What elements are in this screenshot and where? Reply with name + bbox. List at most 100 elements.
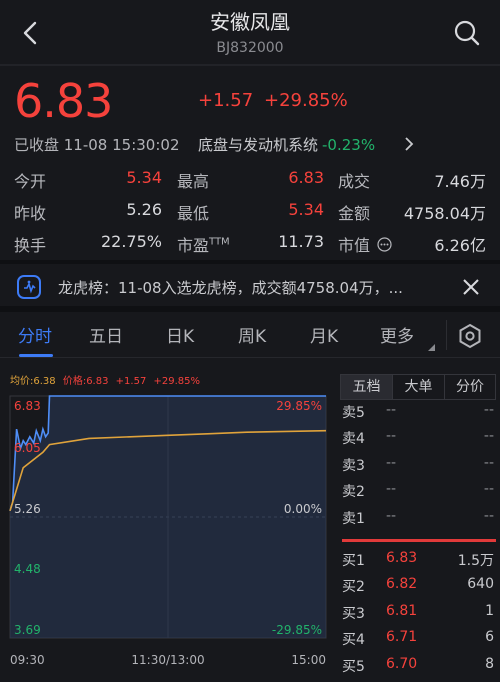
x-tick-label: 15:00 xyxy=(291,653,326,667)
dragon-tiger-notice[interactable]: 龙虎榜：11-08入选龙虎榜，成交额4758.04万，... xyxy=(0,264,500,308)
chart-tabs: 分时 五日 日K 周K 月K 更多 xyxy=(0,312,500,358)
header: 安徽凤凰 BJ832000 xyxy=(0,0,500,66)
stat-label: 市盈TTM xyxy=(177,232,230,256)
stat-value: 7.46万 xyxy=(434,172,486,191)
y-pct-label: 0.00% xyxy=(284,502,322,516)
sector-link[interactable]: 底盘与发动机系统 -0.23% xyxy=(198,134,375,155)
stat-value: 11.73 xyxy=(278,232,324,251)
more-triangle-icon xyxy=(428,344,435,351)
level-label: 卖2 xyxy=(342,484,365,501)
pe-sup: TTM xyxy=(209,236,230,248)
level-volume: -- xyxy=(483,454,494,471)
stat-label: 金额 xyxy=(338,204,371,223)
stat-value: 6.83 xyxy=(288,168,324,187)
tab-separator xyxy=(446,320,447,350)
ask-row: 卖4 -- -- xyxy=(342,428,496,454)
level-label: 买4 xyxy=(342,632,365,649)
level-price: 6.81 xyxy=(386,602,418,619)
chart-info: 均价:6.38 价格:6.83 +1.57 +29.85% xyxy=(10,372,200,387)
y-pct-label: 29.85% xyxy=(276,399,322,413)
level-volume: 1 xyxy=(485,602,494,619)
level-volume: -- xyxy=(483,481,494,498)
tab-five-day[interactable]: 五日 xyxy=(89,322,123,347)
tab-five-levels[interactable]: 五档 xyxy=(341,375,392,399)
stat-label: 昨收 xyxy=(14,204,47,223)
ask-row: 卖2 -- -- xyxy=(342,481,496,507)
ask-row: 卖5 -- -- xyxy=(342,402,496,428)
level-label: 买2 xyxy=(342,579,365,596)
level-volume: -- xyxy=(483,428,494,445)
notice-text: 龙虎榜：11-08入选龙虎榜，成交额4758.04万，... xyxy=(58,279,403,297)
stock-name: 安徽凤凰 xyxy=(210,10,290,34)
level-price: 6.83 xyxy=(386,550,418,566)
stat-value: 22.75% xyxy=(100,232,162,251)
tab-more[interactable]: 更多 xyxy=(380,322,414,347)
bid-row: 买3 6.81 1 xyxy=(342,603,496,629)
sector-change: -0.23% xyxy=(322,136,376,154)
ask-row: 卖1 -- -- xyxy=(342,508,496,534)
ask-row: 卖3 -- -- xyxy=(342,455,496,481)
stat-label: 成交 xyxy=(338,172,371,191)
search-icon[interactable] xyxy=(452,18,482,48)
stat-value: 5.26 xyxy=(126,200,162,219)
bid-row: 买1 6.83 1.5万 xyxy=(342,550,496,576)
level-price: -- xyxy=(386,428,397,445)
level-volume: -- xyxy=(483,402,494,418)
bid-row: 买2 6.82 640 xyxy=(342,576,496,602)
stats-row: 今开 5.34 最高 6.83 成交 7.46万 xyxy=(0,168,500,200)
y-pct-label: -29.85% xyxy=(272,623,322,637)
sector-name: 底盘与发动机系统 xyxy=(198,136,319,154)
stat-label: 最低 xyxy=(177,204,210,223)
level-price: -- xyxy=(386,481,397,498)
level-price: 6.82 xyxy=(386,576,418,593)
chevron-right-icon[interactable] xyxy=(403,136,415,152)
level-label: 买3 xyxy=(342,605,365,622)
tab-big-orders[interactable]: 大单 xyxy=(392,375,444,399)
level-label: 卖5 xyxy=(342,405,365,421)
level-price: -- xyxy=(386,454,397,471)
stat-value: 5.34 xyxy=(288,200,324,219)
order-book-separator xyxy=(342,539,496,542)
level-label: 卖4 xyxy=(342,431,365,448)
price-change-pct: +29.85% xyxy=(264,90,348,111)
settings-icon[interactable] xyxy=(456,322,484,350)
stat-value: 5.34 xyxy=(126,168,162,187)
bid-row: 买5 6.70 8 xyxy=(342,656,496,682)
level-label: 卖1 xyxy=(342,510,365,527)
more-dots-icon[interactable] xyxy=(377,237,392,252)
y-tick-label: 6.83 xyxy=(14,399,41,413)
stats-row: 昨收 5.26 最低 5.34 金额 4758.04万 xyxy=(0,200,500,232)
level-label: 买5 xyxy=(342,658,365,675)
stat-label: 换手 xyxy=(14,236,47,255)
level-volume: 1.5万 xyxy=(457,553,494,569)
level-volume: 8 xyxy=(485,655,494,672)
pe-label: 市盈 xyxy=(177,236,210,255)
level-price: 6.71 xyxy=(386,629,418,646)
tab-daily-k[interactable]: 日K xyxy=(166,322,194,347)
x-tick-label: 11:30/13:00 xyxy=(131,653,204,667)
level-volume: -- xyxy=(483,507,494,524)
market-status: 已收盘 11-08 15:30:02 xyxy=(14,136,180,154)
intraday-chart[interactable]: 6.83 6.05 5.26 4.48 3.69 29.85% 0.00% -29.85% 09… xyxy=(0,386,330,670)
level-volume: 6 xyxy=(485,629,494,646)
stat-value: 4758.04万 xyxy=(403,204,486,223)
x-tick-label: 09:30 xyxy=(10,653,45,667)
tab-monthly-k[interactable]: 月K xyxy=(310,322,338,347)
level-price: 6.70 xyxy=(386,655,418,672)
close-icon[interactable] xyxy=(460,276,482,298)
tab-weekly-k[interactable]: 周K xyxy=(238,322,266,347)
stat-label: 最高 xyxy=(177,172,210,191)
stock-code: BJ832000 xyxy=(216,40,284,56)
divider xyxy=(0,64,500,66)
tab-intraday[interactable]: 分时 xyxy=(18,322,52,347)
tab-price-distribution[interactable]: 分价 xyxy=(444,375,495,399)
stat-label: 今开 xyxy=(14,172,47,191)
stat-value: 6.26亿 xyxy=(434,236,486,255)
order-book-tabs: 五档 大单 分价 xyxy=(340,374,496,400)
y-tick-label: 3.69 xyxy=(14,623,41,637)
level-label: 卖3 xyxy=(342,457,365,474)
level-volume: 640 xyxy=(467,576,494,593)
y-tick-label: 6.05 xyxy=(14,441,41,455)
last-price: 6.83 xyxy=(14,74,113,128)
price-change: +1.57 xyxy=(198,90,254,111)
